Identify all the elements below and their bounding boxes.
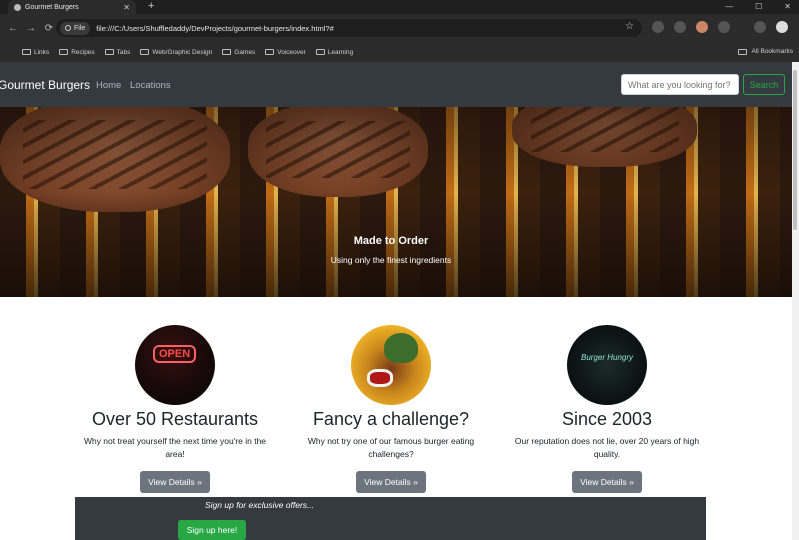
info-icon xyxy=(65,25,71,31)
nav-link-locations[interactable]: Locations xyxy=(130,80,171,91)
profile-avatar[interactable] xyxy=(776,21,788,33)
bookmark-label: Voiceover xyxy=(277,48,306,56)
nav-link-home[interactable]: Home xyxy=(96,80,121,91)
all-bookmarks[interactable]: All Bookmarks xyxy=(738,48,793,55)
open-sign-text: OPEN xyxy=(153,345,197,363)
signup-banner: Sign up for exclusive offers... Sign up … xyxy=(75,497,706,540)
bookmark-label: Links xyxy=(34,48,50,56)
signup-button[interactable]: Sign up here! xyxy=(178,520,246,540)
bookmark-folder[interactable]: Links xyxy=(22,49,49,56)
bookmark-folder[interactable]: Voiceover xyxy=(265,49,306,56)
hero-carousel: Made to Order Using only the finest ingr… xyxy=(0,107,799,297)
folder-icon xyxy=(59,49,69,55)
folder-icon xyxy=(738,48,748,55)
close-tab-icon[interactable]: ✕ xyxy=(123,3,130,12)
hero-subtitle: Using only the finest ingredients xyxy=(330,255,452,265)
view-details-button[interactable]: View Details » xyxy=(356,471,426,493)
bookmark-folder[interactable]: Web/Graphic Design xyxy=(140,49,212,56)
bookmark-label: Learning xyxy=(327,48,354,56)
extension-icon[interactable] xyxy=(652,21,664,33)
site-info-label: File xyxy=(74,24,86,32)
bookmark-label: Games xyxy=(234,48,256,56)
feature-text: Our reputation does not lie, over 20 yea… xyxy=(514,436,700,459)
back-icon[interactable]: ← xyxy=(8,23,18,34)
hero-title: Made to Order xyxy=(353,235,429,247)
new-tab-button[interactable]: + xyxy=(148,0,154,13)
url-text[interactable]: file:///C:/Users/Shuffledaddy/DevProject… xyxy=(96,24,333,33)
omnibox[interactable]: File file:///C:/Users/Shuffledaddy/DevPr… xyxy=(56,19,642,37)
globe-icon xyxy=(14,3,21,11)
search-input[interactable] xyxy=(621,74,739,95)
feature-title: Fancy a challenge? xyxy=(312,409,470,429)
feature-column: Fancy a challenge? Why not try one of ou… xyxy=(291,325,491,493)
bookmark-folder[interactable]: Recipes xyxy=(59,48,95,56)
folder-icon xyxy=(22,49,31,55)
bookmark-folder[interactable]: Learning xyxy=(315,48,354,56)
minimize-icon[interactable]: — xyxy=(725,0,733,13)
extension-icon[interactable] xyxy=(674,21,686,33)
window-controls: — ☐ ✕ xyxy=(725,0,791,13)
site-info-chip[interactable]: File xyxy=(60,21,91,35)
burger-shape xyxy=(384,333,418,363)
site-brand[interactable]: Gourmet Burgers xyxy=(0,78,90,92)
bookmark-folder[interactable]: Tabs xyxy=(104,48,131,56)
bookmark-star-icon[interactable]: ☆ xyxy=(625,21,634,32)
feature-title: Over 50 Restaurants xyxy=(91,409,259,429)
feature-text: Why not treat yourself the next time you… xyxy=(83,436,267,459)
close-window-icon[interactable]: ✕ xyxy=(784,0,791,13)
feature-column: Burger Hungry Since 2003 Our reputation … xyxy=(507,325,707,493)
tab-title: Gourmet Burgers xyxy=(25,3,79,11)
search-button[interactable]: Search xyxy=(743,74,785,95)
sauce-dish xyxy=(367,369,393,387)
maximize-icon[interactable]: ☐ xyxy=(755,0,762,13)
forward-icon[interactable]: → xyxy=(26,23,36,34)
open-sign-image: OPEN xyxy=(135,325,215,405)
folder-icon xyxy=(104,49,114,55)
folder-icon xyxy=(140,49,150,55)
site-navbar: Gourmet Burgers Home Locations Search xyxy=(0,62,799,107)
folder-icon xyxy=(222,49,232,55)
feature-text: Why not try one of our famous burger eat… xyxy=(307,436,475,459)
view-details-button[interactable]: View Details » xyxy=(572,471,642,493)
reload-icon[interactable]: ⟳ xyxy=(44,23,54,34)
bookmark-label: Tabs xyxy=(116,48,131,56)
burger-platter-image xyxy=(351,325,431,405)
browser-tabstrip: Gourmet Burgers ✕ + — ☐ ✕ xyxy=(0,0,799,14)
media-icon[interactable] xyxy=(754,21,766,33)
view-details-button[interactable]: View Details » xyxy=(140,471,210,493)
scrollbar-thumb[interactable] xyxy=(793,70,797,230)
address-toolbar: ← → ⟳ File file:///C:/Users/Shuffledaddy… xyxy=(0,14,799,42)
bookmarks-bar: Links Recipes Tabs Web/Graphic Design Ga… xyxy=(0,42,799,62)
folder-icon xyxy=(265,49,275,55)
folder-icon xyxy=(315,49,325,55)
browser-tab[interactable]: Gourmet Burgers ✕ xyxy=(8,0,136,14)
signup-text: Sign up for exclusive offers... xyxy=(205,500,315,510)
extension-icon[interactable] xyxy=(696,21,708,33)
neon-sign-text: Burger Hungry xyxy=(580,353,634,362)
feature-column: OPEN Over 50 Restaurants Why not treat y… xyxy=(75,325,275,493)
feature-title: Since 2003 xyxy=(561,409,653,429)
extensions: ⋮ xyxy=(652,21,799,33)
neon-sign-image: Burger Hungry xyxy=(567,325,647,405)
puzzle-icon[interactable] xyxy=(718,21,730,33)
bookmark-label: Web/Graphic Design xyxy=(152,48,213,56)
all-bookmarks-label: All Bookmarks xyxy=(751,48,793,55)
hero-overlay xyxy=(0,107,799,297)
bookmark-folder[interactable]: Games xyxy=(222,49,255,56)
bookmark-label: Recipes xyxy=(71,48,95,56)
